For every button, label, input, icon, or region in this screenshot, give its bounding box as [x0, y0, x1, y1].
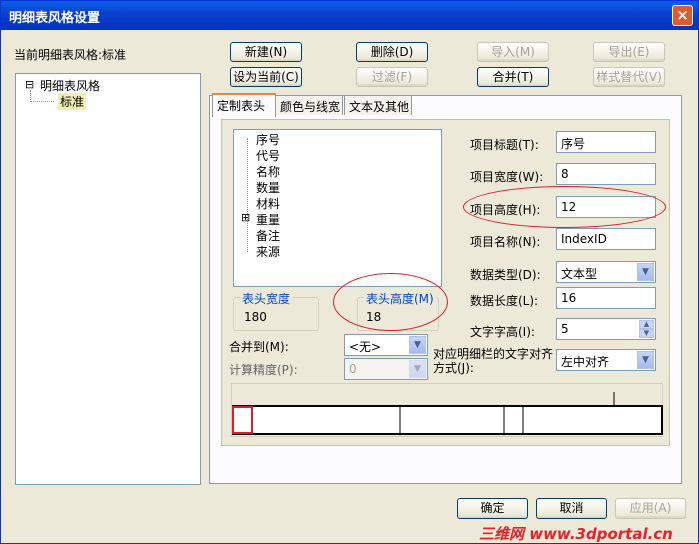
- close-button[interactable]: ×: [672, 5, 693, 26]
- merge-button[interactable]: 合并(T): [477, 67, 549, 87]
- list-item[interactable]: 重量: [256, 211, 280, 228]
- list-item[interactable]: 材料: [256, 195, 280, 212]
- annotation-ellipse: [463, 186, 666, 228]
- merge-to-label: 合并到(M):: [229, 340, 289, 354]
- window-title: 明细表风格设置: [9, 11, 101, 26]
- chevron-down-icon[interactable]: ▼: [409, 360, 426, 378]
- tab-custom-header[interactable]: 定制表头: [212, 93, 276, 117]
- title-field[interactable]: 序号: [556, 131, 656, 153]
- list-item[interactable]: 代号: [256, 147, 280, 164]
- tree-root[interactable]: 明细表风格: [40, 77, 100, 94]
- column-list[interactable]: 序号 代号 名称 数量 材料 ⊞ 重量 备注 来源: [233, 129, 442, 287]
- tree-item-standard[interactable]: 标准: [58, 93, 87, 110]
- tab-text-other[interactable]: 文本及其他: [344, 95, 412, 115]
- tree-line: [247, 138, 248, 252]
- annotation-ellipse: [333, 273, 448, 331]
- stepper-arrows[interactable]: ▲ ▼: [639, 320, 654, 338]
- precision-select[interactable]: 0 ▼: [344, 358, 428, 380]
- export-button[interactable]: 导出(E): [593, 42, 665, 62]
- set-current-button[interactable]: 设为当前(C): [230, 67, 302, 87]
- title-bar: 明细表风格设置 ×: [1, 1, 698, 30]
- merge-to-select[interactable]: <无> ▼: [344, 334, 428, 356]
- delete-button[interactable]: 删除(D): [356, 42, 428, 62]
- name-label: 项目名称(N):: [470, 235, 541, 249]
- dlen-label: 数据长度(L):: [470, 294, 539, 308]
- dlen-field[interactable]: 16: [556, 287, 656, 309]
- chevron-down-icon[interactable]: ▼: [409, 336, 426, 354]
- header-preview: [231, 383, 663, 437]
- dialog-window: 明细表风格设置 × 当前明细表风格:标准 新建(N) 删除(D) 导入(M) 导…: [0, 0, 699, 544]
- tree-line: [30, 101, 54, 102]
- filter-button[interactable]: 过滤(F): [356, 67, 428, 87]
- cancel-button[interactable]: 取消: [536, 498, 607, 519]
- chevron-down-icon[interactable]: ▼: [637, 351, 654, 369]
- dtype-label: 数据类型(D):: [470, 268, 541, 282]
- list-item[interactable]: 数量: [256, 179, 280, 196]
- import-button[interactable]: 导入(M): [477, 42, 549, 62]
- apply-button[interactable]: 应用(A): [615, 498, 686, 519]
- style-tree[interactable]: ⊟ 明细表风格 标准: [15, 73, 201, 485]
- preview-drawing: [231, 392, 663, 435]
- precision-label: 计算精度(P):: [229, 363, 298, 377]
- current-style-label: 当前明细表风格:标准: [14, 48, 127, 62]
- list-item[interactable]: 来源: [256, 243, 280, 260]
- width-label: 项目宽度(W):: [470, 170, 544, 184]
- header-width-value: 180: [244, 310, 267, 324]
- dtype-select[interactable]: 文本型 ▼: [556, 261, 656, 283]
- fsize-stepper[interactable]: 5 ▲ ▼: [556, 318, 656, 340]
- replace-button[interactable]: 样式替代(V): [593, 67, 665, 87]
- name-field[interactable]: IndexID: [556, 228, 656, 250]
- fsize-label: 文字字高(I):: [470, 325, 535, 339]
- width-field[interactable]: 8: [556, 163, 656, 185]
- ok-button[interactable]: 确定: [457, 498, 528, 519]
- tab-color-linewidth[interactable]: 颜色与线宽: [275, 95, 343, 115]
- align-select[interactable]: 左中对齐 ▼: [556, 349, 656, 371]
- watermark: 三维网 www.3dportal.cn: [479, 525, 673, 543]
- chevron-down-icon[interactable]: ▼: [637, 263, 654, 281]
- align-label: 对应明细栏的文字对齐方式(J):: [433, 347, 554, 375]
- new-button[interactable]: 新建(N): [230, 42, 302, 62]
- list-item[interactable]: 名称: [256, 163, 280, 180]
- expand-icon[interactable]: ⊞: [241, 211, 250, 224]
- preview-table: [231, 405, 663, 435]
- list-item[interactable]: 序号: [256, 131, 280, 148]
- title-label: 项目标题(T):: [470, 138, 539, 152]
- list-item[interactable]: 备注: [256, 227, 280, 244]
- header-width-group: 表头宽度 180: [233, 290, 319, 331]
